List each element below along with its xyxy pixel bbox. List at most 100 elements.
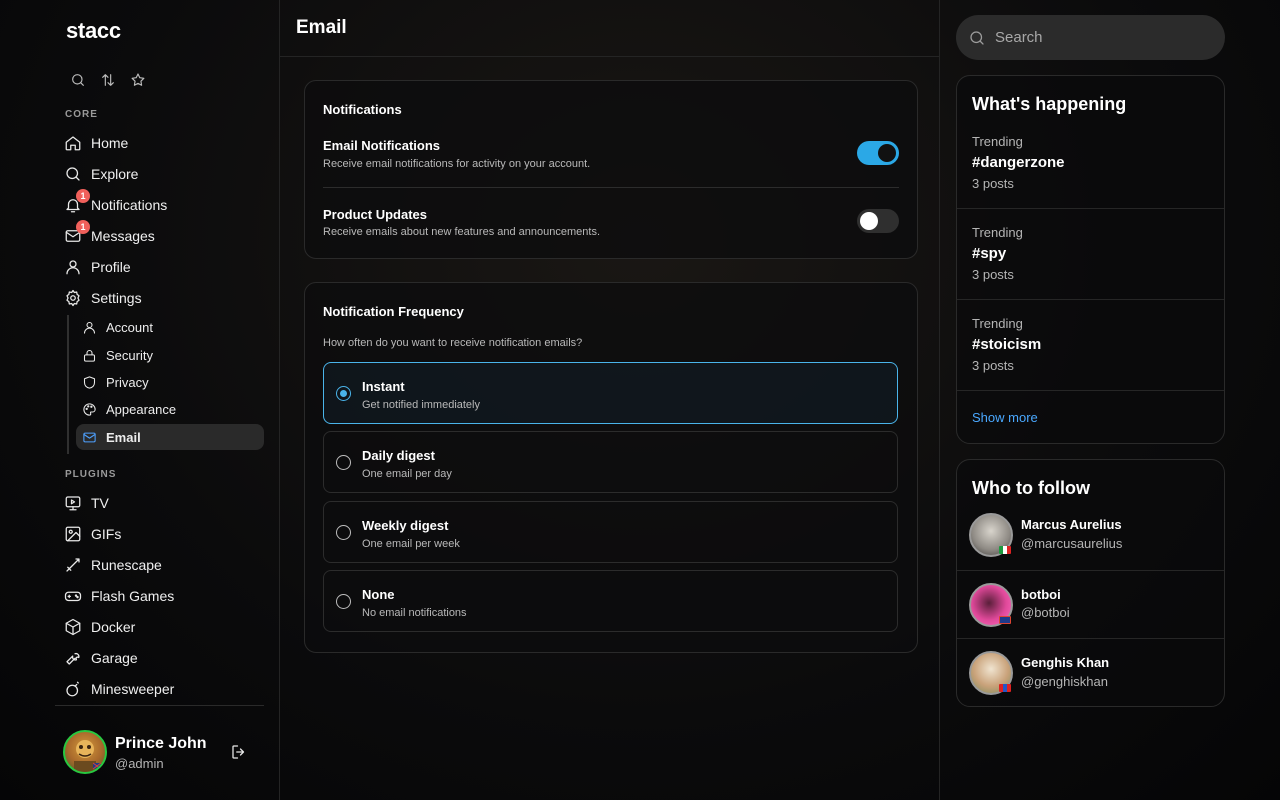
- frequency-question: How often do you want to receive notific…: [323, 337, 583, 349]
- logout-icon[interactable]: [230, 743, 248, 761]
- image-icon: [64, 525, 82, 543]
- nav-item-label: Settings: [91, 290, 142, 306]
- nav-item-label: TV: [91, 495, 109, 511]
- card-title: Notifications: [323, 102, 402, 117]
- nav-item-label: Notifications: [91, 197, 168, 213]
- flag-icon: [999, 616, 1011, 624]
- nav-item-label: Messages: [91, 228, 155, 244]
- avatar[interactable]: [63, 730, 107, 774]
- radio-button[interactable]: [336, 594, 351, 609]
- trend-category: Trending: [972, 225, 1023, 240]
- follow-handle: @genghiskhan: [1021, 674, 1108, 689]
- follow-handle: @marcusaurelius: [1021, 536, 1123, 551]
- nav-item-label: Minesweeper: [91, 681, 175, 697]
- toggle-knob: [860, 212, 878, 230]
- nav-item-notifications[interactable]: 1 Notifications: [64, 189, 264, 220]
- nav-item-flash-games[interactable]: Flash Games: [64, 581, 264, 611]
- nav-item-label: GIFs: [91, 526, 122, 542]
- frequency-option-daily[interactable]: Daily digest One email per day: [323, 431, 898, 493]
- tv-icon: [64, 494, 82, 512]
- card-title: Notification Frequency: [323, 304, 464, 319]
- show-more-link[interactable]: Show more: [972, 410, 1038, 425]
- nav-item-profile[interactable]: Profile: [64, 252, 264, 282]
- user-handle: @admin: [115, 756, 164, 771]
- product-updates-title: Product Updates: [323, 207, 428, 222]
- nav-item-label: Garage: [91, 650, 138, 666]
- trend-tag: #dangerzone: [972, 154, 1065, 171]
- product-updates-toggle[interactable]: [857, 209, 899, 233]
- nav-item-minesweeper[interactable]: Minesweeper: [64, 674, 264, 704]
- option-label: Daily digest: [362, 448, 435, 463]
- nav-item-home[interactable]: Home: [64, 128, 264, 158]
- follow-suggestion[interactable]: botboi @botboi: [957, 570, 1224, 638]
- frequency-option-weekly[interactable]: Weekly digest One email per week: [323, 501, 898, 563]
- sidebar-item-email[interactable]: Email: [76, 424, 264, 450]
- radio-button[interactable]: [336, 525, 351, 540]
- sidebar-item-security[interactable]: Security: [76, 342, 264, 368]
- who-to-follow-title: Who to follow: [972, 478, 1090, 498]
- search-input[interactable]: Search: [956, 15, 1225, 60]
- sidebar-item-account[interactable]: Account: [76, 314, 264, 340]
- email-notifications-toggle[interactable]: [857, 141, 899, 165]
- page-header: Email: [280, 0, 940, 57]
- follow-name: botboi: [1021, 587, 1061, 602]
- trend-count: 3 posts: [972, 176, 1014, 191]
- option-description: One email per week: [362, 538, 460, 550]
- nav-item-docker[interactable]: Docker: [64, 612, 264, 642]
- frequency-option-instant[interactable]: Instant Get notified immediately: [323, 362, 898, 424]
- email-notifications-title: Email Notifications: [323, 138, 441, 153]
- nav-item-tv[interactable]: TV: [64, 488, 264, 518]
- nav-item-explore[interactable]: Explore: [64, 159, 264, 189]
- follow-suggestion[interactable]: Marcus Aurelius @marcusaurelius: [957, 503, 1224, 571]
- sidebar-item-privacy[interactable]: Privacy: [76, 369, 264, 395]
- star-icon[interactable]: [130, 72, 146, 88]
- trend-count: 3 posts: [972, 267, 1014, 282]
- core-section-label: CORE: [65, 109, 98, 120]
- nav-item-settings[interactable]: Settings: [64, 283, 264, 313]
- radio-button[interactable]: [336, 455, 351, 470]
- sword-icon: [64, 556, 82, 574]
- search-icon[interactable]: [70, 72, 86, 88]
- notifications-card: Notifications Email Notifications Receiv…: [304, 80, 918, 259]
- trend-tag: #stoicism: [972, 336, 1042, 353]
- trend-item[interactable]: Trending #dangerzone 3 posts: [957, 117, 1224, 208]
- sort-icon[interactable]: [100, 72, 116, 88]
- nav-item-messages[interactable]: 1 Messages: [64, 220, 264, 251]
- flag-icon: [999, 684, 1011, 692]
- nav-item-gifs[interactable]: GIFs: [64, 519, 264, 549]
- lock-icon: [82, 348, 97, 363]
- app-logo[interactable]: stacc: [66, 18, 121, 44]
- whats-happening-card: What's happening Trending #dangerzone 3 …: [956, 75, 1225, 444]
- follow-name: Genghis Khan: [1021, 655, 1110, 670]
- sidebar-item-label: Account: [106, 319, 153, 335]
- frequency-option-none[interactable]: None No email notifications: [323, 570, 898, 632]
- nav-item-garage[interactable]: Garage: [64, 643, 264, 673]
- radio-button[interactable]: [336, 386, 351, 401]
- option-description: One email per day: [362, 468, 452, 480]
- search-icon: [968, 29, 986, 47]
- whats-happening-title: What's happening: [972, 94, 1127, 114]
- user-card[interactable]: Prince John @admin: [63, 730, 263, 776]
- sidebar-item-appearance[interactable]: Appearance: [76, 396, 264, 422]
- right-sidebar: Search What's happening Trending #danger…: [940, 0, 1280, 800]
- nav-item-label: Profile: [91, 259, 131, 275]
- option-label: Weekly digest: [362, 518, 449, 533]
- sidebar-item-label: Email: [106, 429, 141, 445]
- trend-count: 3 posts: [972, 358, 1014, 373]
- sidebar-item-label: Security: [106, 347, 153, 363]
- box-icon: [64, 618, 82, 636]
- email-notifications-description: Receive email notifications for activity…: [323, 158, 591, 170]
- nav-item-label: Docker: [91, 619, 136, 635]
- option-label: None: [362, 587, 395, 602]
- follow-suggestion[interactable]: Genghis Khan @genghiskhan: [957, 638, 1224, 706]
- nav-item-runescape[interactable]: Runescape: [64, 550, 264, 580]
- search-icon: [64, 165, 82, 183]
- shield-icon: [82, 375, 97, 390]
- trend-tag: #spy: [972, 245, 1007, 262]
- trend-item[interactable]: Trending #stoicism 3 posts: [957, 299, 1224, 390]
- who-to-follow-card: Who to follow Marcus Aurelius @marcusaur…: [956, 459, 1225, 707]
- bell-icon: 1: [64, 189, 90, 214]
- plugins-section-label: PLUGINS: [65, 469, 117, 480]
- nav-item-label: Explore: [91, 166, 139, 182]
- trend-item[interactable]: Trending #spy 3 posts: [957, 208, 1224, 299]
